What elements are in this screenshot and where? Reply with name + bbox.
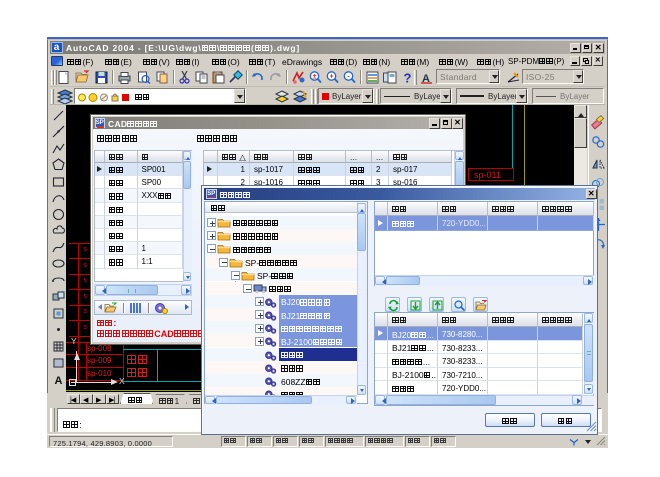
svg-text:±: ± [313, 73, 317, 80]
svg-text:?: ? [404, 70, 412, 85]
svg-text:+: + [329, 73, 333, 80]
svg-text:A: A [54, 375, 62, 387]
